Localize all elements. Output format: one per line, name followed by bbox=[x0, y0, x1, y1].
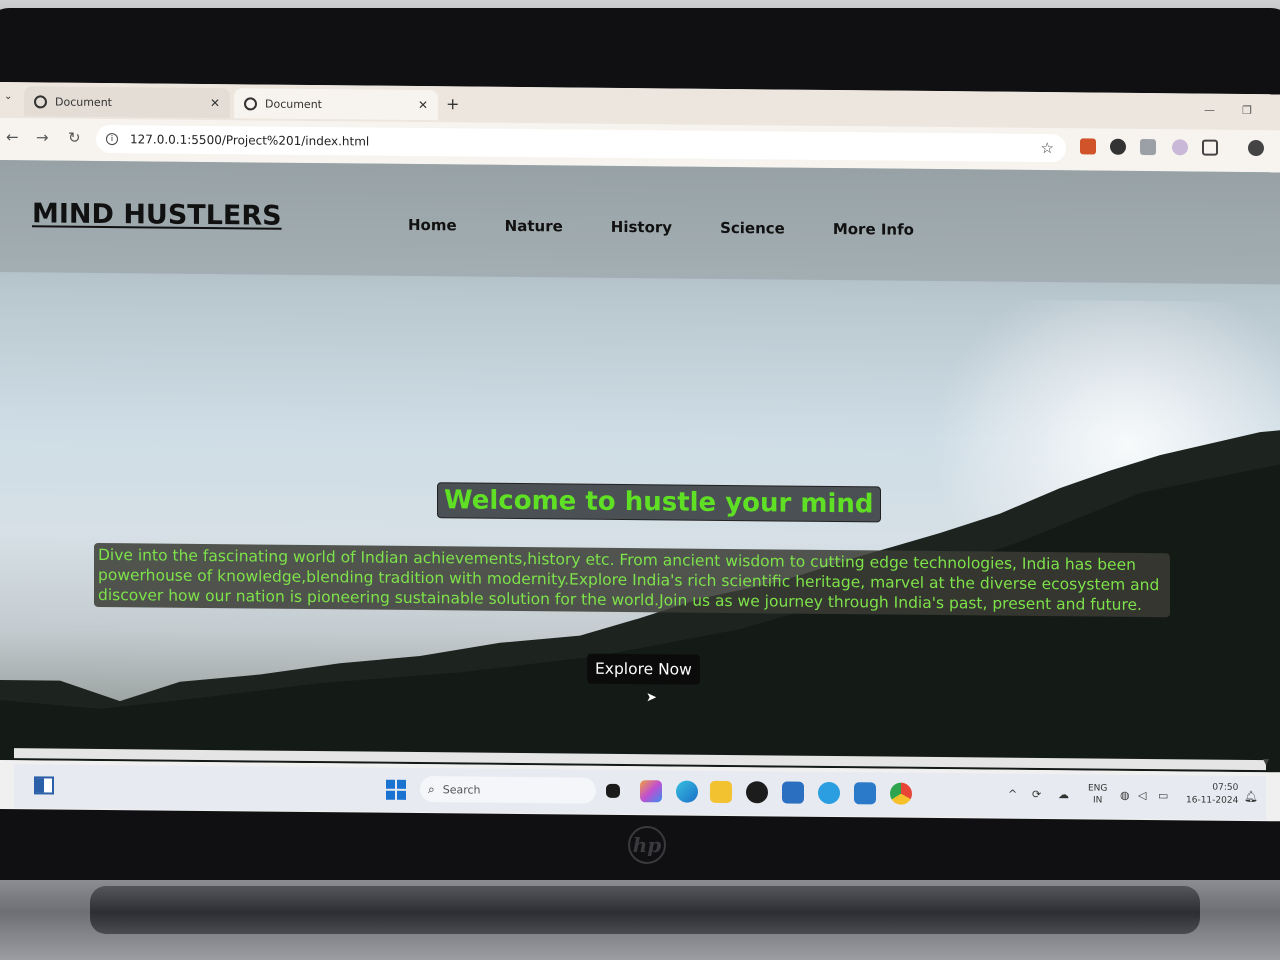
store-icon[interactable] bbox=[782, 781, 804, 804]
browser-tab-1[interactable]: Document ✕ bbox=[24, 86, 230, 119]
url-text: 127.0.0.1:5500/Project%201/index.html bbox=[130, 132, 370, 149]
close-icon[interactable]: ✕ bbox=[210, 96, 220, 110]
hero-description: Dive into the fascinating world of India… bbox=[94, 542, 1170, 618]
hp-logo: hp bbox=[628, 826, 666, 864]
notification-bell-icon[interactable]: 🔔︎ bbox=[1244, 790, 1258, 803]
clock-date: 16-11-2024 bbox=[1186, 795, 1239, 806]
vscode-icon[interactable] bbox=[854, 782, 876, 805]
extension-icon[interactable] bbox=[1110, 138, 1126, 155]
back-icon[interactable]: ← bbox=[6, 128, 19, 146]
photo-of-laptop-screen: hp ⌄ Document ✕ Document ✕ + — ❐ ← → ↻ i… bbox=[0, 0, 1280, 960]
search-icon: ⌕ bbox=[428, 781, 435, 796]
cloud-icon[interactable]: ☁ bbox=[1058, 788, 1069, 801]
extension-icon[interactable] bbox=[1140, 138, 1156, 156]
address-bar[interactable]: i 127.0.0.1:5500/Project%201/index.html … bbox=[96, 124, 1066, 163]
tab-title: Document bbox=[55, 95, 112, 109]
laptop-screen: ⌄ Document ✕ Document ✕ + — ❐ ← → ↻ i 12… bbox=[0, 82, 1280, 822]
language-code: ENG bbox=[1088, 783, 1108, 794]
volume-icon[interactable]: ◁ bbox=[1138, 789, 1146, 802]
scroll-down-arrow-icon[interactable]: ▼ bbox=[1263, 757, 1269, 766]
search-placeholder: Search bbox=[442, 782, 481, 797]
webpage: MIND HUSTLERS Home Nature History Scienc… bbox=[0, 160, 1280, 773]
nav-nature[interactable]: Nature bbox=[505, 217, 563, 236]
extension-icon[interactable] bbox=[1172, 139, 1188, 156]
copilot-icon[interactable] bbox=[640, 780, 662, 803]
site-info-icon[interactable]: i bbox=[106, 133, 118, 146]
clock[interactable]: 07:50 16-11-2024 bbox=[1186, 781, 1238, 808]
whatsapp-icon[interactable] bbox=[746, 781, 768, 804]
minimize-icon[interactable]: — bbox=[1204, 104, 1215, 117]
clock-time: 07:50 bbox=[1212, 782, 1239, 793]
task-view-icon[interactable] bbox=[606, 783, 620, 798]
reload-icon[interactable]: ↻ bbox=[68, 129, 81, 147]
mouse-cursor-icon: ➤ bbox=[646, 690, 657, 706]
new-tab-icon[interactable]: + bbox=[446, 94, 459, 113]
globe-icon bbox=[34, 94, 47, 108]
nav-history[interactable]: History bbox=[611, 218, 672, 237]
network-icon[interactable]: ◍ bbox=[1120, 789, 1130, 802]
sync-icon[interactable]: ⟳ bbox=[1032, 788, 1041, 801]
site-logo[interactable]: MIND HUSTLERS bbox=[32, 198, 282, 231]
site-header: MIND HUSTLERS Home Nature History Scienc… bbox=[0, 160, 1280, 285]
nav-science[interactable]: Science bbox=[720, 219, 785, 238]
edge-icon[interactable] bbox=[676, 780, 698, 803]
bookmark-star-icon[interactable]: ☆ bbox=[1041, 139, 1054, 157]
taskbar-search[interactable]: ⌕ Search bbox=[420, 776, 596, 804]
nav-home[interactable]: Home bbox=[408, 216, 457, 234]
puzzle-icon[interactable] bbox=[1202, 139, 1218, 156]
file-explorer-icon[interactable] bbox=[710, 780, 732, 804]
tab-search-icon[interactable]: ⌄ bbox=[4, 91, 12, 102]
nav-more-info[interactable]: More Info bbox=[833, 220, 914, 239]
widgets-icon[interactable] bbox=[34, 776, 54, 795]
site-nav: Home Nature History Science More Info bbox=[408, 216, 914, 239]
hero-heading: Welcome to hustle your mind bbox=[437, 482, 881, 523]
browser-tab-2[interactable]: Document ✕ bbox=[234, 88, 438, 121]
laptop-hinge bbox=[90, 886, 1200, 934]
chrome-icon[interactable] bbox=[890, 782, 912, 805]
profile-icon[interactable] bbox=[1248, 139, 1264, 157]
globe-icon bbox=[244, 96, 257, 110]
battery-icon[interactable]: ▭ bbox=[1158, 789, 1168, 802]
language-indicator[interactable]: ENG IN bbox=[1088, 782, 1107, 806]
show-hidden-icons-icon[interactable]: ^ bbox=[1008, 788, 1017, 801]
tab-title: Document bbox=[265, 97, 322, 111]
forward-icon[interactable]: → bbox=[36, 128, 49, 146]
explore-now-button[interactable]: Explore Now bbox=[587, 653, 700, 685]
region-code: IN bbox=[1093, 795, 1103, 806]
start-button-icon[interactable] bbox=[386, 779, 406, 800]
telegram-icon[interactable] bbox=[818, 781, 840, 805]
close-icon[interactable]: ✕ bbox=[418, 98, 428, 112]
extension-icon[interactable] bbox=[1080, 138, 1096, 155]
restore-icon[interactable]: ❐ bbox=[1242, 104, 1252, 117]
